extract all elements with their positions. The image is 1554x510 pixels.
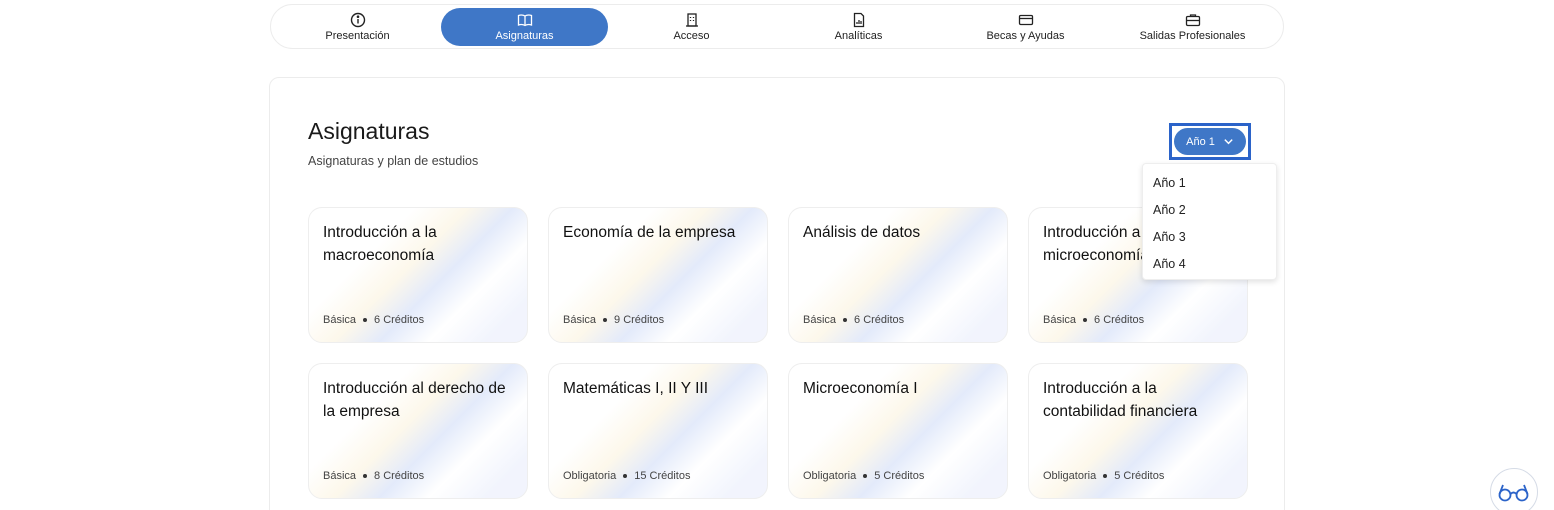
year-option-2[interactable]: Año 2 [1143,196,1276,223]
subject-title: Economía de la empresa [563,224,736,241]
tab-label: Becas y Ayudas [986,30,1065,42]
subject-credits: 5 Créditos [874,470,925,482]
subject-meta: Obligatoria 5 Créditos [1043,470,1164,482]
subject-title: Introducción a la contabilidad financier… [1043,380,1198,420]
subject-title: Análisis de datos [803,224,921,241]
subject-card[interactable]: Microeconomía I Obligatoria 5 Créditos [788,363,1008,499]
glasses-icon [1498,484,1529,502]
section-title: Asignaturas [308,118,430,144]
subject-meta: Básica 9 Créditos [563,314,664,326]
tab-salidas[interactable]: Salidas Profesionales [1109,8,1276,46]
chevron-down-icon [1224,139,1233,145]
subject-type: Básica [1043,314,1077,326]
tab-label: Acceso [673,30,710,42]
subject-credits: 6 Créditos [374,314,425,326]
separator-dot [363,474,368,478]
accessibility-button[interactable] [1490,468,1538,510]
info-icon [350,12,366,28]
subject-title: Microeconomía I [803,380,918,397]
tab-presentacion[interactable]: Presentación [274,8,441,46]
subject-type: Básica [323,314,357,326]
year-select-pill[interactable]: Año 1 [1174,128,1246,155]
separator-dot [363,318,368,322]
section-tabs: Presentación Asignaturas Acceso Analític… [270,4,1284,49]
year-option-3[interactable]: Año 3 [1143,223,1276,250]
tab-label: Analíticas [834,30,883,42]
subject-credits: 8 Créditos [374,470,425,482]
subject-type: Básica [323,470,357,482]
subject-card[interactable]: Introducción a la contabilidad financier… [1028,363,1248,499]
subject-card[interactable]: Análisis de datos Básica 6 Créditos [788,207,1008,343]
report-icon [851,12,867,28]
tab-asignaturas[interactable]: Asignaturas [441,8,608,46]
tab-label: Asignaturas [495,30,554,42]
separator-dot [1103,474,1108,478]
subject-type: Obligatoria [803,470,857,482]
subject-credits: 6 Créditos [1094,314,1145,326]
subject-meta: Obligatoria 15 Créditos [563,470,690,482]
card-icon [1018,12,1034,28]
subject-credits: 15 Créditos [634,470,691,482]
building-icon [684,12,700,28]
year-select[interactable]: Año 1 [1169,123,1251,160]
subject-type: Obligatoria [1043,470,1097,482]
subject-meta: Básica 6 Créditos [803,314,904,326]
subject-meta: Básica 6 Créditos [1043,314,1144,326]
subject-type: Básica [563,314,597,326]
tab-acceso[interactable]: Acceso [608,8,775,46]
year-select-value: Año 1 [1186,135,1215,148]
year-dropdown-menu: Año 1 Año 2 Año 3 Año 4 [1142,163,1277,280]
subject-credits: 6 Créditos [854,314,905,326]
subject-title: Introducción a la macroeconomía [323,224,437,264]
year-option-1[interactable]: Año 1 [1143,169,1276,196]
subject-type: Básica [803,314,837,326]
tab-label: Presentación [325,30,390,42]
book-icon [517,12,533,28]
subject-credits: 5 Créditos [1114,470,1165,482]
separator-dot [603,318,608,322]
tab-becas[interactable]: Becas y Ayudas [942,8,1109,46]
subject-card[interactable]: Matemáticas I, II Y III Obligatoria 15 C… [548,363,768,499]
separator-dot [863,474,868,478]
tab-analiticas[interactable]: Analíticas [775,8,942,46]
subject-meta: Básica 6 Créditos [323,314,424,326]
section-subtitle: Asignaturas y plan de estudios [308,154,479,168]
separator-dot [1083,318,1088,322]
separator-dot [623,474,628,478]
subject-card[interactable]: Introducción al derecho de la empresa Bá… [308,363,528,499]
subject-meta: Básica 8 Créditos [323,470,424,482]
subject-meta: Obligatoria 5 Créditos [803,470,924,482]
briefcase-icon [1185,12,1201,28]
year-option-4[interactable]: Año 4 [1143,250,1276,277]
subject-type: Obligatoria [563,470,617,482]
separator-dot [843,318,848,322]
subject-credits: 9 Créditos [614,314,665,326]
subject-title: Introducción al derecho de la empresa [323,380,506,420]
subjects-panel: Asignaturas Asignaturas y plan de estudi… [269,77,1285,510]
subject-title: Matemáticas I, II Y III [563,380,709,397]
subject-card[interactable]: Economía de la empresa Básica 9 Créditos [548,207,768,343]
subject-card[interactable]: Introducción a la macroeconomía Básica 6… [308,207,528,343]
tab-label: Salidas Profesionales [1139,30,1246,42]
